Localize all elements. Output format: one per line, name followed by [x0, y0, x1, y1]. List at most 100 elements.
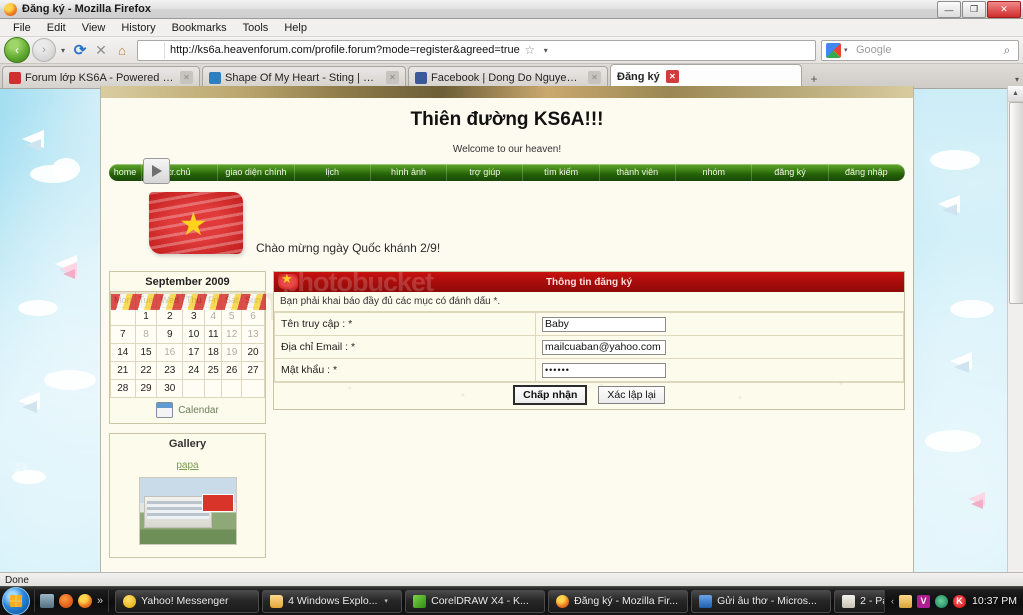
calendar-day[interactable]: 4: [204, 307, 223, 326]
search-box[interactable]: ▾ Google ⌕: [821, 39, 1019, 61]
opera-icon[interactable]: [59, 594, 73, 608]
calendar-day[interactable]: 13: [241, 325, 265, 344]
calendar-day[interactable]: 10: [182, 325, 206, 344]
search-input[interactable]: Google: [853, 44, 996, 56]
nav-item-tim-kiem[interactable]: tìm kiếm: [523, 164, 600, 181]
calendar-day[interactable]: 6: [241, 307, 265, 326]
gallery-album-link[interactable]: papa: [110, 454, 265, 474]
menu-bookmarks[interactable]: Bookmarks: [165, 21, 234, 35]
quick-launch-more-icon[interactable]: »: [97, 595, 103, 607]
back-icon[interactable]: ‹: [4, 37, 30, 63]
task-windows-explorer[interactable]: 4 Windows Explo... ▾: [262, 589, 403, 613]
username-input[interactable]: Baby: [542, 316, 666, 332]
task-firefox[interactable]: Đăng ký - Mozilla Fir...: [548, 589, 689, 613]
tab-close-icon[interactable]: ✕: [386, 71, 399, 84]
calendar-day[interactable]: 28: [110, 379, 136, 398]
bookmark-star-icon[interactable]: ☆: [520, 43, 540, 57]
nav-item-tro-giup[interactable]: trợ giúp: [447, 164, 524, 181]
calendar-day[interactable]: 30: [156, 379, 184, 398]
forward-icon[interactable]: ›: [32, 38, 56, 62]
calendar-day[interactable]: 11: [204, 325, 223, 344]
scrollbar-thumb[interactable]: [1009, 102, 1023, 304]
calendar-link[interactable]: Calendar: [110, 398, 265, 423]
tab-nghe-nhac[interactable]: Shape Of My Heart - Sting | Nghe nhạc...…: [202, 66, 406, 88]
calendar-day[interactable]: 26: [221, 361, 243, 380]
nav-item-dang-ky[interactable]: đăng ký: [752, 164, 829, 181]
history-caret-icon[interactable]: ▾: [58, 46, 68, 55]
tab-close-icon[interactable]: ✕: [588, 71, 601, 84]
task-yahoo-messenger[interactable]: Yahoo! Messenger: [115, 589, 260, 613]
calendar-day[interactable]: 27: [241, 361, 265, 380]
stop-icon[interactable]: ✕: [92, 40, 110, 60]
calendar-day[interactable]: 29: [134, 379, 158, 398]
tray-vlc-icon[interactable]: V: [917, 594, 931, 608]
calendar-day[interactable]: 23: [156, 361, 184, 380]
calendar-day[interactable]: 1: [134, 307, 158, 326]
tray-kaspersky-icon[interactable]: K: [953, 594, 967, 608]
tab-close-icon[interactable]: ✕: [180, 71, 193, 84]
nav-item-hinh-anh[interactable]: hình ảnh: [371, 164, 448, 181]
nav-item-dang-nhap[interactable]: đăng nhập: [829, 164, 905, 181]
calendar-day[interactable]: 8: [134, 325, 158, 344]
calendar-day[interactable]: 21: [110, 361, 136, 380]
calendar-day[interactable]: 5: [221, 307, 243, 326]
tab-close-icon[interactable]: ✕: [665, 70, 679, 83]
task-coreldraw[interactable]: CorelDRAW X4 - K...: [405, 589, 546, 613]
calendar-day[interactable]: 12: [221, 325, 243, 344]
reset-button[interactable]: Xác lập lại: [598, 386, 665, 404]
menu-tools[interactable]: Tools: [236, 21, 276, 35]
task-word[interactable]: Gửi âu thơ - Micros...: [691, 589, 832, 613]
calendar-day[interactable]: 18: [204, 343, 223, 362]
calendar-day[interactable]: 2: [156, 307, 184, 326]
tab-facebook[interactable]: Facebook | Dong Do Nguyen Canh ✕: [408, 66, 608, 88]
menu-history[interactable]: History: [114, 21, 162, 35]
password-input[interactable]: ••••••: [542, 362, 666, 378]
calendar-day[interactable]: 15: [134, 343, 158, 362]
close-button[interactable]: ✕: [987, 1, 1021, 18]
calendar-day[interactable]: 19: [221, 343, 243, 362]
calendar-day[interactable]: 3: [182, 307, 206, 326]
submit-button[interactable]: Chấp nhận: [513, 385, 588, 405]
scroll-up-button[interactable]: ▲: [1008, 86, 1023, 102]
tab-dang-ky[interactable]: Đăng ký ✕: [610, 64, 802, 88]
calendar-day[interactable]: 20: [241, 343, 265, 362]
tab-list-caret-icon[interactable]: ▾: [1015, 75, 1019, 84]
menu-help[interactable]: Help: [277, 21, 314, 35]
bookmark-caret-icon[interactable]: ▾: [540, 46, 552, 55]
calendar-day[interactable]: 16: [156, 343, 184, 362]
search-icon[interactable]: ⌕: [996, 43, 1018, 58]
calendar-day[interactable]: 7: [110, 325, 136, 344]
email-input[interactable]: mailcuaban@yahoo.com: [542, 339, 666, 355]
reload-icon[interactable]: ⟳: [70, 40, 90, 60]
firefox-icon[interactable]: [78, 594, 92, 608]
restore-button[interactable]: ❐: [962, 1, 986, 18]
calendar-day[interactable]: 22: [134, 361, 158, 380]
minimize-button[interactable]: —: [937, 1, 961, 18]
nav-item-lich[interactable]: lịch: [295, 164, 371, 181]
gallery-thumbnail[interactable]: [138, 477, 237, 545]
search-engine-caret-icon[interactable]: ▾: [844, 46, 853, 54]
page-scrollbar[interactable]: ▲: [1007, 86, 1023, 572]
start-button[interactable]: [2, 587, 30, 615]
menu-edit[interactable]: Edit: [40, 21, 73, 35]
calendar-day[interactable]: 9: [156, 325, 184, 344]
nav-item-home[interactable]: home: [109, 164, 142, 181]
calendar-day[interactable]: 17: [182, 343, 206, 362]
nav-item-thanh-vien[interactable]: thành viên: [600, 164, 677, 181]
nav-item-giao-dien[interactable]: giao diện chính: [218, 164, 295, 181]
menu-file[interactable]: File: [6, 21, 38, 35]
tray-folder-icon[interactable]: [899, 594, 913, 608]
tray-expand-icon[interactable]: ‹: [891, 596, 894, 606]
home-icon[interactable]: ⌂: [112, 40, 132, 60]
network-icon[interactable]: [40, 594, 54, 608]
tab-forum-ks6a[interactable]: Forum lớp KS6A - Powered by CO.CC ✕: [2, 66, 200, 88]
task-caret-icon[interactable]: ▾: [384, 597, 388, 605]
nav-item-nhom[interactable]: nhóm: [676, 164, 753, 181]
calendar-day[interactable]: 24: [182, 361, 206, 380]
calendar-day[interactable]: 25: [204, 361, 223, 380]
taskbar-clock[interactable]: 10:37 PM: [972, 595, 1023, 607]
calendar-day[interactable]: 14: [110, 343, 136, 362]
menu-view[interactable]: View: [75, 21, 113, 35]
tray-network-icon[interactable]: [935, 594, 949, 608]
task-paint[interactable]: 2 - Paint: [834, 589, 885, 613]
